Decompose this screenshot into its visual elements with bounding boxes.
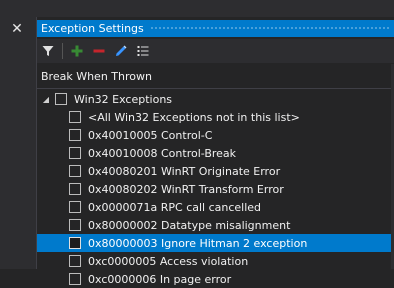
- item-checkbox[interactable]: [69, 129, 81, 141]
- panel-title: Exception Settings: [41, 22, 144, 35]
- item-label: 0x40010005 Control-C: [88, 128, 213, 142]
- list-item[interactable]: <All Win32 Exceptions not in this list>: [37, 108, 394, 126]
- item-checkbox[interactable]: [69, 111, 81, 123]
- list-item[interactable]: 0x40080201 WinRT Originate Error: [37, 162, 394, 180]
- item-label: 0x40080201 WinRT Originate Error: [88, 164, 281, 178]
- toolbar-separator: [62, 43, 63, 59]
- filter-icon[interactable]: [37, 40, 59, 62]
- column-header-label: Break When Thrown: [41, 69, 152, 83]
- item-checkbox[interactable]: [69, 147, 81, 159]
- item-label: 0x80000003 Ignore Hitman 2 exception: [88, 236, 308, 250]
- item-label: <All Win32 Exceptions not in this list>: [88, 110, 300, 124]
- left-dock-strip: ✕: [0, 0, 36, 269]
- item-checkbox[interactable]: [69, 219, 81, 231]
- top-strip: [36, 0, 394, 17]
- item-checkbox[interactable]: [69, 165, 81, 177]
- group-checkbox[interactable]: [55, 93, 67, 105]
- item-label: 0x40010008 Control-Break: [88, 146, 237, 160]
- item-label: 0x0000071a RPC call cancelled: [88, 200, 262, 214]
- list-item[interactable]: 0x0000071a RPC call cancelled: [37, 198, 394, 216]
- list-item[interactable]: 0xc0000006 In page error: [37, 270, 394, 288]
- item-checkbox[interactable]: [69, 201, 81, 213]
- list-item[interactable]: 0x80000002 Datatype misalignment: [37, 216, 394, 234]
- column-header[interactable]: Break When Thrown: [37, 64, 394, 89]
- item-label: 0x40080202 WinRT Transform Error: [88, 182, 284, 196]
- list-item[interactable]: 0x40010008 Control-Break: [37, 144, 394, 162]
- group-label: Win32 Exceptions: [74, 92, 173, 106]
- group-row-win32[interactable]: ◢ Win32 Exceptions: [37, 90, 394, 108]
- list-options-icon[interactable]: [132, 40, 154, 62]
- list-item[interactable]: 0x40010005 Control-C: [37, 126, 394, 144]
- close-icon[interactable]: ✕: [8, 20, 26, 38]
- toolbar: [37, 39, 394, 63]
- item-checkbox[interactable]: [69, 255, 81, 267]
- panel-title-bar[interactable]: Exception Settings: [37, 20, 394, 37]
- exception-tree: ◢ Win32 Exceptions <All Win32 Exceptions…: [37, 90, 394, 288]
- list-item-selected[interactable]: 0x80000003 Ignore Hitman 2 exception: [37, 234, 394, 252]
- item-checkbox[interactable]: [69, 237, 81, 249]
- remove-icon[interactable]: [88, 40, 110, 62]
- title-grip: [149, 26, 390, 31]
- item-label: 0xc0000005 Access violation: [88, 254, 249, 268]
- list-item[interactable]: 0xc0000005 Access violation: [37, 252, 394, 270]
- item-checkbox[interactable]: [69, 183, 81, 195]
- expander-icon[interactable]: ◢: [41, 90, 51, 108]
- item-label: 0xc0000006 In page error: [88, 272, 232, 286]
- edit-icon[interactable]: [110, 40, 132, 62]
- add-icon[interactable]: [66, 40, 88, 62]
- list-item[interactable]: 0x40080202 WinRT Transform Error: [37, 180, 394, 198]
- item-label: 0x80000002 Datatype misalignment: [88, 218, 291, 232]
- item-checkbox[interactable]: [69, 273, 81, 285]
